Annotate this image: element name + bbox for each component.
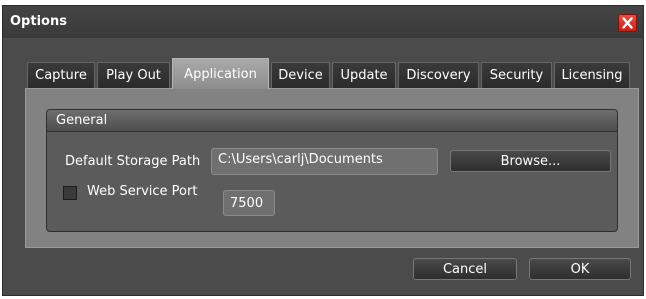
browse-button-label: Browse... — [500, 153, 561, 169]
general-group-title: General — [56, 113, 108, 128]
tab-discovery[interactable]: Discovery — [398, 62, 479, 88]
tab-label: Licensing — [561, 68, 623, 83]
tab-label: Discovery — [406, 68, 471, 83]
default-storage-path-label: Default Storage Path — [65, 154, 201, 169]
browse-button[interactable]: Browse... — [450, 150, 611, 172]
tab-licensing[interactable]: Licensing — [554, 62, 630, 88]
web-service-port-input[interactable]: 7500 — [223, 190, 275, 216]
ok-button-label: OK — [570, 261, 590, 277]
application-tab-panel: General Default Storage Path C:\Users\ca… — [25, 88, 639, 248]
tab-update[interactable]: Update — [332, 62, 396, 88]
close-icon — [622, 17, 633, 29]
options-dialog: Options Capture Play Out Application Dev… — [2, 5, 644, 296]
window-title: Options — [10, 14, 67, 29]
cancel-button[interactable]: Cancel — [413, 258, 517, 280]
general-group: General Default Storage Path C:\Users\ca… — [46, 109, 618, 232]
ok-button[interactable]: OK — [529, 258, 631, 280]
tab-label: Update — [340, 68, 388, 83]
web-service-port-label: Web Service Port — [87, 184, 198, 199]
close-button[interactable] — [618, 14, 637, 32]
default-storage-path-input[interactable]: C:\Users\carlj\Documents — [211, 148, 438, 175]
general-group-header: General — [47, 110, 617, 132]
tab-label: Application — [184, 66, 257, 82]
cancel-button-label: Cancel — [442, 261, 488, 277]
tab-play-out[interactable]: Play Out — [97, 62, 170, 88]
tab-label: Security — [489, 68, 544, 83]
tab-label: Device — [278, 68, 323, 83]
web-service-port-checkbox[interactable] — [63, 186, 77, 200]
tab-label: Play Out — [106, 68, 161, 83]
tab-device[interactable]: Device — [271, 62, 330, 88]
title-bar[interactable]: Options — [3, 6, 643, 38]
tab-application[interactable]: Application — [172, 58, 269, 89]
tab-security[interactable]: Security — [481, 62, 552, 88]
tab-capture[interactable]: Capture — [27, 62, 95, 88]
tab-label: Capture — [35, 68, 87, 83]
